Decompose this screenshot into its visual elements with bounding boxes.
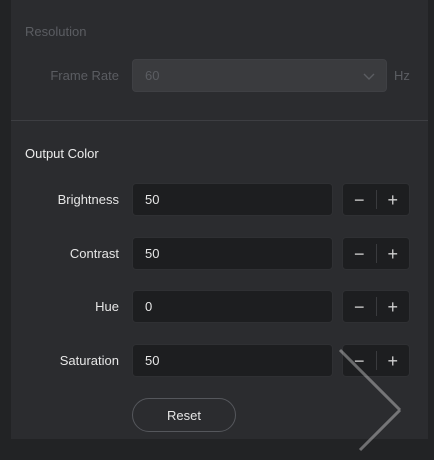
saturation-decrement-button[interactable]: − [343,345,376,376]
frame-rate-unit: Hz [394,68,410,83]
reset-button[interactable]: Reset [132,398,236,432]
frame-rate-value: 60 [145,68,160,83]
saturation-input[interactable]: 50 [132,344,333,377]
hue-increment-button[interactable]: + [377,291,410,322]
contrast-input[interactable]: 50 [132,237,333,270]
hue-stepper: − + [342,290,410,323]
frame-rate-select[interactable]: 60 [132,59,387,92]
output-color-title: Output Color [25,146,99,161]
saturation-label: Saturation [59,353,119,368]
frame-rate-label: Frame Rate [50,68,119,83]
contrast-label: Contrast [69,246,119,261]
chevron-down-icon [363,73,375,80]
contrast-increment-button[interactable]: + [377,238,410,269]
brightness-input[interactable]: 50 [132,183,333,216]
brightness-decrement-button[interactable]: − [343,184,376,215]
hue-label: Hue [95,299,119,314]
brightness-stepper: − + [342,183,410,216]
section-divider [11,120,428,121]
hue-decrement-button[interactable]: − [343,291,376,322]
brightness-increment-button[interactable]: + [377,184,410,215]
hue-input[interactable]: 0 [132,290,333,323]
saturation-stepper: − + [342,344,410,377]
contrast-decrement-button[interactable]: − [343,238,376,269]
contrast-stepper: − + [342,237,410,270]
saturation-increment-button[interactable]: + [377,345,410,376]
settings-panel: Resolution Frame Rate 60 Hz Output Color… [11,0,428,439]
resolution-label: Resolution [25,24,87,39]
brightness-label: Brightness [57,192,119,207]
